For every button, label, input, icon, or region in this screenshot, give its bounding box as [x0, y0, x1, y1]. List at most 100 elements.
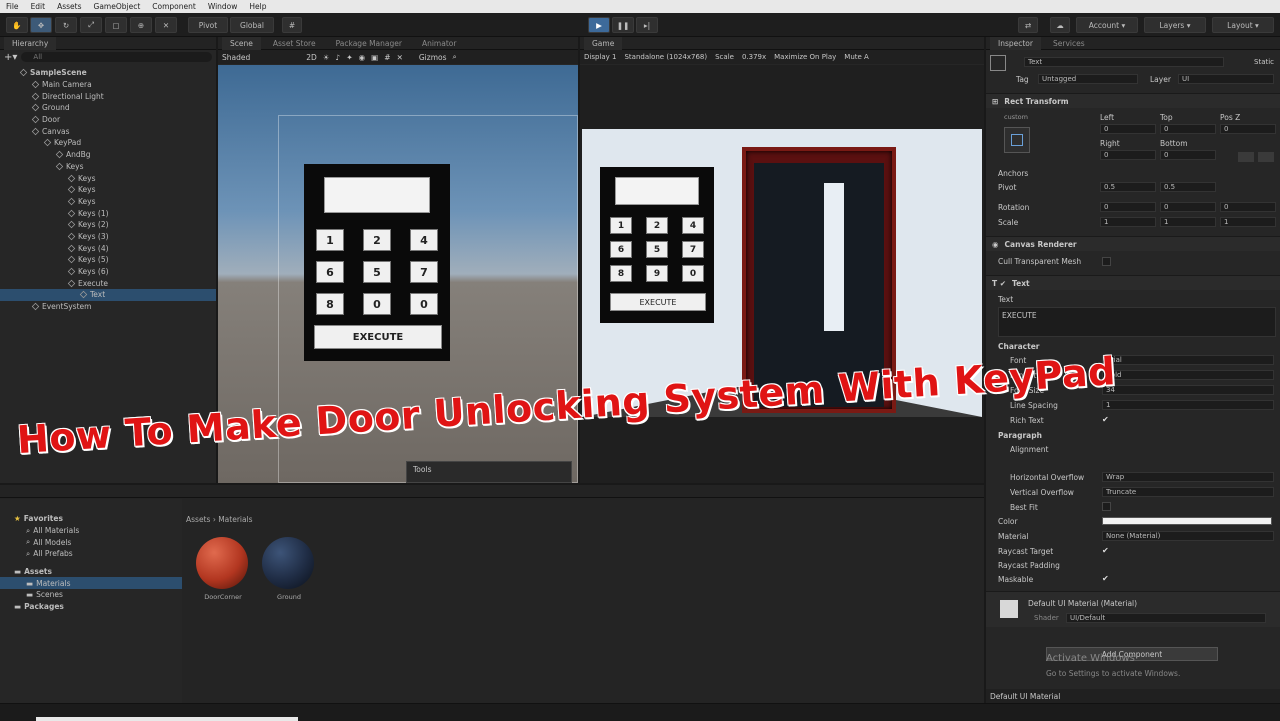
tab-scene[interactable]: Scene [222, 36, 261, 50]
hierarchy-item[interactable]: Keys (4) [0, 242, 216, 254]
rotation-z-field[interactable]: 0 [1220, 202, 1276, 212]
canvas-renderer-header[interactable]: ◉ Canvas Renderer [986, 236, 1280, 251]
raycast-target-checkbox[interactable]: ✔ [1102, 546, 1109, 555]
v-overflow-dropdown[interactable]: Truncate [1102, 487, 1274, 497]
text-component-header[interactable]: T ✔ Text [986, 275, 1280, 290]
global-button[interactable]: Global [230, 17, 274, 33]
hierarchy-search-input[interactable]: All [21, 52, 212, 62]
menu-gameobject[interactable]: GameObject [94, 2, 141, 11]
rotation-y-field[interactable]: 0 [1160, 202, 1216, 212]
game-keypad-key[interactable]: 1 [610, 217, 632, 234]
best-fit-checkbox[interactable] [1102, 502, 1111, 511]
scene-execute-button[interactable]: EXECUTE [314, 325, 442, 349]
scene-search-icon[interactable]: ⌕ [453, 52, 457, 62]
rotate-tool-icon[interactable]: ↻ [55, 17, 77, 33]
grid-snap-icon[interactable]: # [282, 17, 302, 33]
assets-item[interactable]: ▬ Assets [0, 566, 182, 578]
camera-icon[interactable]: ▣ [371, 53, 378, 62]
game-keypad-key[interactable]: 9 [646, 265, 668, 282]
rect-tool-icon[interactable]: ▢ [105, 17, 127, 33]
scene-keypad-key[interactable]: 8 [316, 293, 344, 315]
play-button[interactable]: ▶ [588, 17, 610, 33]
hierarchy-item[interactable]: Keys (3) [0, 231, 216, 243]
hierarchy-item[interactable]: Execute [0, 277, 216, 289]
tag-dropdown[interactable]: Untagged [1038, 74, 1138, 84]
layers-dropdown[interactable]: Layers ▾ [1144, 17, 1206, 33]
material-doorcorner[interactable]: DoorCorner [194, 537, 252, 607]
tab-hierarchy[interactable]: Hierarchy [4, 36, 57, 50]
tab-game[interactable]: Game [584, 36, 623, 50]
tab-services[interactable]: Services [1045, 37, 1093, 50]
anchors-label[interactable]: Anchors [998, 169, 1028, 178]
scene-keypad-key[interactable]: 0 [363, 293, 391, 315]
raycast-padding-label[interactable]: Raycast Padding [998, 561, 1060, 570]
scale-y-field[interactable]: 1 [1160, 217, 1216, 227]
tab-asset-store[interactable]: Asset Store [265, 37, 324, 50]
text-area[interactable]: EXECUTE [998, 307, 1276, 337]
menu-edit[interactable]: Edit [31, 2, 46, 11]
gizmos-dropdown[interactable]: Gizmos [419, 53, 447, 62]
left-field[interactable]: 0 [1100, 124, 1156, 134]
game-keypad[interactable]: 124 657 890 EXECUTE [600, 167, 714, 323]
right-field[interactable]: 0 [1100, 150, 1156, 160]
h-overflow-dropdown[interactable]: Wrap [1102, 472, 1274, 482]
anchor-preset-button[interactable] [1004, 127, 1030, 153]
hierarchy-item[interactable]: Keys [0, 196, 216, 208]
fav-all-prefabs[interactable]: ⌕ All Prefabs [0, 548, 182, 560]
cull-checkbox[interactable] [1102, 257, 1111, 266]
cloud-icon[interactable]: ☁ [1050, 17, 1070, 33]
scene-keypad-key[interactable]: 0 [410, 293, 438, 315]
hierarchy-item[interactable]: Keys (6) [0, 266, 216, 278]
scale-x-field[interactable]: 1 [1100, 217, 1156, 227]
custom-tool-icon[interactable]: ✕ [155, 17, 177, 33]
layout-dropdown[interactable]: Layout ▾ [1212, 17, 1274, 33]
transform-tool-icon[interactable]: ⊕ [130, 17, 152, 33]
audio-icon[interactable]: ♪ [336, 53, 341, 62]
blueprint-button[interactable] [1238, 152, 1254, 162]
scale-value[interactable]: 0.379x [742, 53, 766, 61]
object-name-field[interactable]: Text [1024, 57, 1224, 67]
maskable-checkbox[interactable]: ✔ [1102, 574, 1109, 583]
hierarchy-item[interactable]: Directional Light [0, 90, 216, 102]
hierarchy-item[interactable]: Door [0, 114, 216, 126]
menu-component[interactable]: Component [152, 2, 196, 11]
hierarchy-item[interactable]: SampleScene [0, 67, 216, 79]
packages-item[interactable]: ▬ Packages [0, 601, 182, 613]
hierarchy-item[interactable]: Canvas [0, 125, 216, 137]
game-keypad-key[interactable]: 5 [646, 241, 668, 258]
account-dropdown[interactable]: Account ▾ [1076, 17, 1138, 33]
game-keypad-key[interactable]: 4 [682, 217, 704, 234]
scale-tool-icon[interactable]: ⤢ [80, 17, 102, 33]
menu-file[interactable]: File [6, 2, 19, 11]
tab-animator[interactable]: Animator [414, 37, 464, 50]
posz-field[interactable]: 0 [1220, 124, 1276, 134]
hierarchy-item[interactable]: KeyPad [0, 137, 216, 149]
game-keypad-key[interactable]: 8 [610, 265, 632, 282]
scenes-folder[interactable]: ▬ Scenes [0, 589, 182, 601]
static-toggle[interactable]: Static [1254, 58, 1274, 66]
raw-edit-button[interactable] [1258, 152, 1274, 162]
mute-toggle[interactable]: Mute A [844, 53, 869, 61]
tab-package-manager[interactable]: Package Manager [328, 37, 410, 50]
breadcrumb-leaf[interactable]: Materials [218, 515, 252, 524]
rotation-x-field[interactable]: 0 [1100, 202, 1156, 212]
material-field[interactable]: None (Material) [1102, 531, 1274, 541]
fav-all-models[interactable]: ⌕ All Models [0, 536, 182, 548]
bottom-field[interactable]: 0 [1160, 150, 1216, 160]
hierarchy-item[interactable]: Keys [0, 184, 216, 196]
pivot-button[interactable]: Pivot [188, 17, 228, 33]
menu-help[interactable]: Help [249, 2, 266, 11]
materials-folder[interactable]: ▬ Materials [0, 577, 182, 590]
hierarchy-item[interactable]: Main Camera [0, 79, 216, 91]
game-keypad-key[interactable]: 2 [646, 217, 668, 234]
shader-dropdown[interactable]: UI/Default [1066, 613, 1266, 623]
scene-keypad-key[interactable]: 6 [316, 261, 344, 283]
effects-icon[interactable]: ✦ [346, 53, 352, 62]
scene-keypad-key[interactable]: 4 [410, 229, 438, 251]
scene-keypad-key[interactable]: 2 [363, 229, 391, 251]
step-button[interactable]: ▸| [636, 17, 658, 33]
light-icon[interactable]: ☀ [323, 53, 330, 62]
tab-inspector[interactable]: Inspector [990, 37, 1041, 50]
add-icon[interactable]: +▾ [4, 52, 17, 63]
scene-keypad-key[interactable]: 7 [410, 261, 438, 283]
